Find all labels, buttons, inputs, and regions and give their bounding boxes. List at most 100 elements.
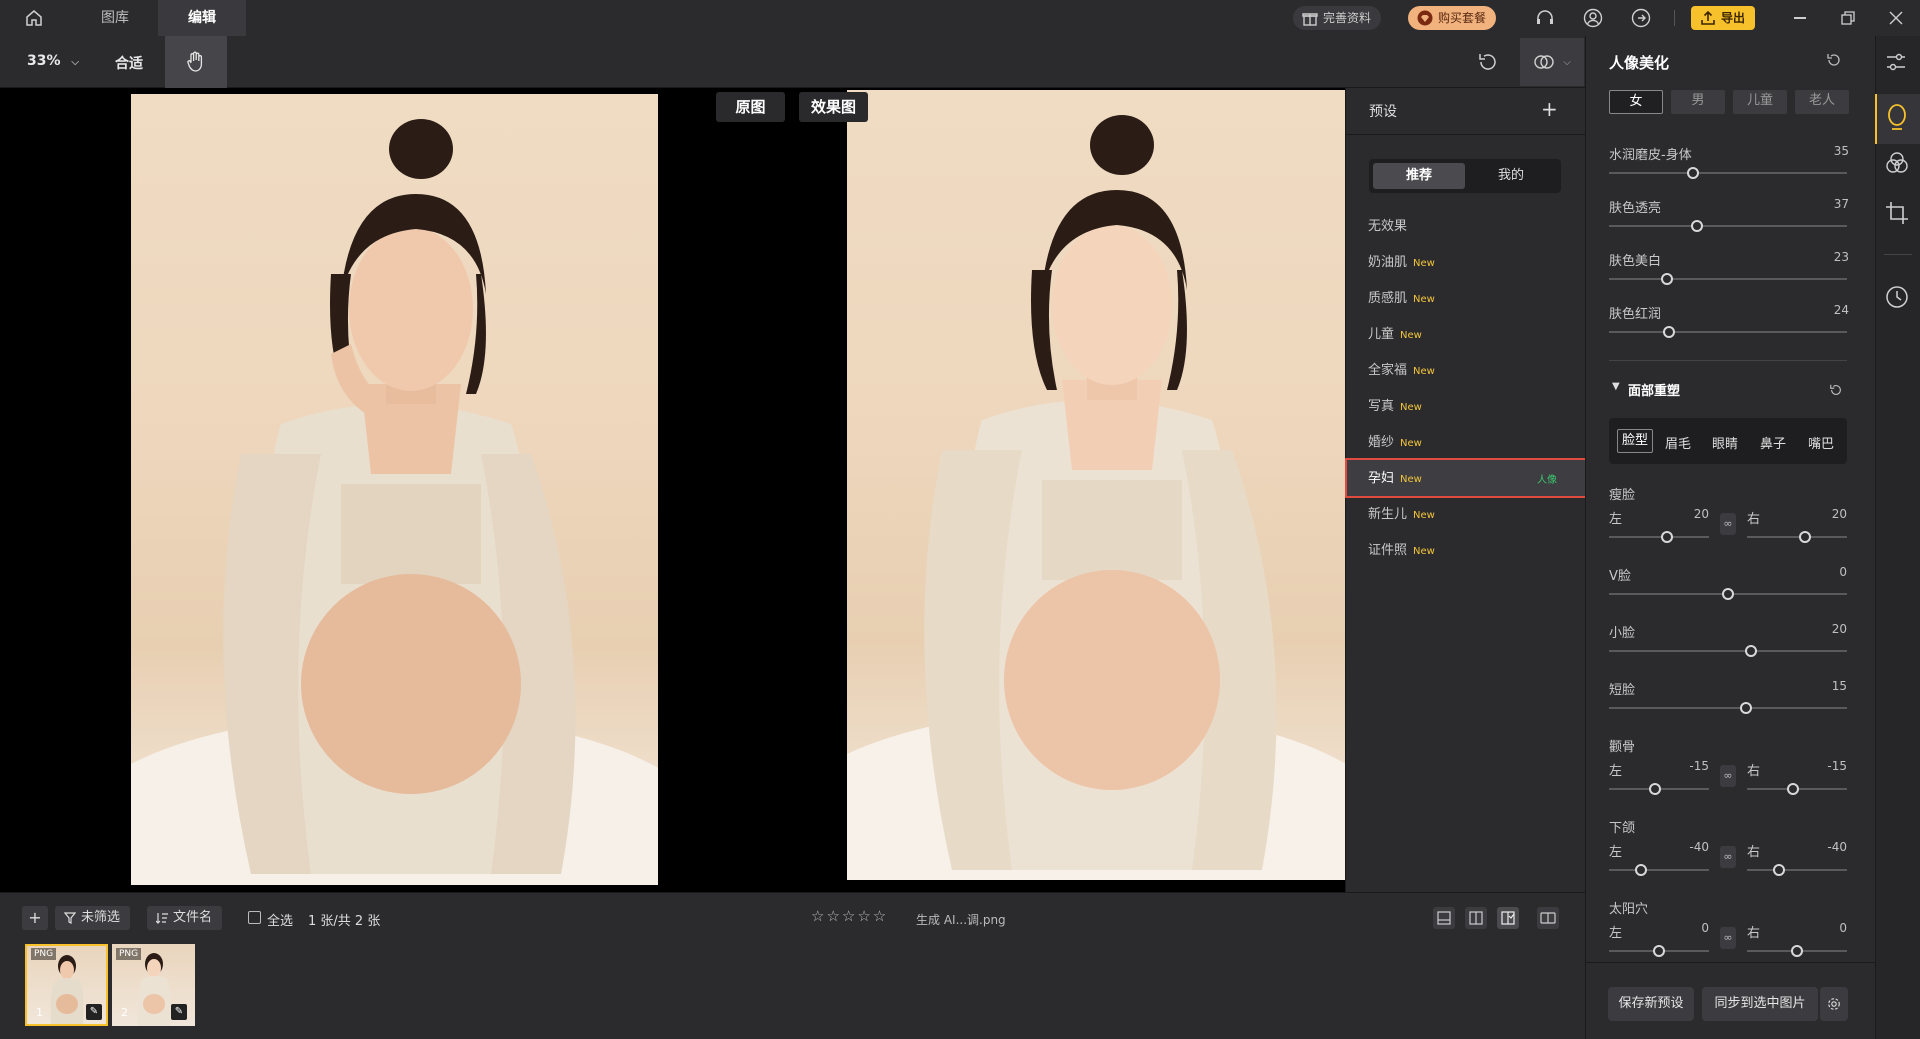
restore-icon[interactable] xyxy=(1836,6,1860,30)
face-tab-mouth[interactable]: 嘴巴 xyxy=(1808,433,1834,452)
slider-track[interactable] xyxy=(1609,167,1847,179)
link-icon[interactable]: ∞ xyxy=(1720,513,1736,535)
preset-item[interactable]: 全家福 New xyxy=(1368,361,1435,381)
view-side-by-side-button[interactable] xyxy=(1537,907,1559,929)
save-preset-button[interactable]: 保存新预设 xyxy=(1608,987,1694,1021)
slider-track[interactable] xyxy=(1609,531,1709,543)
slider-thumb[interactable] xyxy=(1661,273,1673,285)
settings-button[interactable] xyxy=(1820,987,1848,1021)
link-icon[interactable]: ∞ xyxy=(1720,765,1736,787)
original-label[interactable]: 原图 xyxy=(716,92,785,122)
slider-thumb[interactable] xyxy=(1663,326,1675,338)
edit-icon[interactable]: ✎ xyxy=(86,1004,102,1020)
preset-item[interactable]: 写真 New xyxy=(1368,397,1422,417)
link-icon[interactable]: ∞ xyxy=(1720,927,1736,949)
login-icon[interactable] xyxy=(1629,6,1653,30)
select-all-checkbox[interactable] xyxy=(248,911,261,924)
gender-tab-elder[interactable]: 老人 xyxy=(1795,90,1849,114)
color-circles-icon[interactable] xyxy=(1884,150,1910,180)
tab-mine[interactable]: 我的 xyxy=(1465,163,1557,189)
slider-track[interactable] xyxy=(1609,945,1709,957)
slider-thumb[interactable] xyxy=(1773,864,1785,876)
view-filmstrip-button[interactable] xyxy=(1433,907,1455,929)
slider-thumb[interactable] xyxy=(1745,645,1757,657)
minimize-icon[interactable] xyxy=(1788,6,1812,30)
headset-icon[interactable] xyxy=(1533,6,1557,30)
slider-track[interactable] xyxy=(1609,864,1709,876)
preset-item[interactable]: 证件照 New xyxy=(1368,541,1435,561)
select-all-label: 全选 xyxy=(267,914,294,929)
slider-track[interactable] xyxy=(1609,702,1847,714)
reset-icon[interactable] xyxy=(1826,52,1842,72)
slider-track[interactable] xyxy=(1609,588,1847,600)
buy-package-button[interactable]: 购买套餐 xyxy=(1408,6,1497,30)
preset-item[interactable]: 新生儿 New xyxy=(1368,505,1435,525)
sync-button[interactable]: 同步到选中图片 xyxy=(1702,987,1818,1021)
reset-icon[interactable] xyxy=(1476,50,1500,74)
preset-item[interactable]: 无效果 xyxy=(1368,217,1407,237)
slider-track[interactable] xyxy=(1747,864,1847,876)
history-icon[interactable] xyxy=(1884,284,1910,314)
fit-button[interactable]: 合适 xyxy=(115,53,143,73)
compare-mode-button[interactable]: ⌵ xyxy=(1520,38,1584,86)
slider-thumb[interactable] xyxy=(1691,220,1703,232)
add-image-button[interactable]: + xyxy=(22,906,48,930)
face-tab-shape[interactable]: 脸型 xyxy=(1617,429,1653,453)
tab-library[interactable]: 图库 xyxy=(72,0,158,36)
slider-thumb[interactable] xyxy=(1740,702,1752,714)
link-icon[interactable]: ∞ xyxy=(1720,846,1736,868)
crop-icon[interactable] xyxy=(1884,200,1910,230)
slider-track[interactable] xyxy=(1609,220,1847,232)
divider xyxy=(1345,134,1585,135)
view-compare-button[interactable] xyxy=(1497,907,1519,929)
slider-thumb[interactable] xyxy=(1635,864,1647,876)
gender-tab-female[interactable]: 女 xyxy=(1609,90,1663,114)
gender-tab-male[interactable]: 男 xyxy=(1671,90,1725,114)
slider-track[interactable] xyxy=(1609,273,1847,285)
slider-thumb[interactable] xyxy=(1653,945,1665,957)
tab-edit[interactable]: 编辑 xyxy=(158,0,246,36)
caret-down-icon[interactable]: ▼ xyxy=(1612,381,1620,392)
slider-track[interactable] xyxy=(1747,783,1847,795)
slider-thumb[interactable] xyxy=(1687,167,1699,179)
view-split-button[interactable] xyxy=(1465,907,1487,929)
hand-tool-button[interactable] xyxy=(165,36,227,88)
complete-info-button[interactable]: 完善资料 xyxy=(1293,6,1382,30)
preset-item[interactable]: 婚纱 New xyxy=(1368,433,1422,453)
filter-button[interactable]: 未筛选 xyxy=(55,906,131,930)
effect-label[interactable]: 效果图 xyxy=(799,92,868,122)
reset-icon[interactable] xyxy=(1829,382,1843,401)
gear-icon xyxy=(1828,998,1840,1010)
face-tab-nose[interactable]: 鼻子 xyxy=(1760,433,1786,452)
slider-thumb[interactable] xyxy=(1661,531,1673,543)
zoom-select[interactable]: 33% ⌵ xyxy=(27,53,79,69)
user-icon[interactable] xyxy=(1581,6,1605,30)
slider-track[interactable] xyxy=(1747,945,1847,957)
slider-thumb[interactable] xyxy=(1722,588,1734,600)
sort-button[interactable]: 文件名 xyxy=(147,906,223,930)
face-tab-eye[interactable]: 眼睛 xyxy=(1712,433,1738,452)
slider-track[interactable] xyxy=(1747,531,1847,543)
close-icon[interactable] xyxy=(1884,6,1908,30)
slider-track[interactable] xyxy=(1609,645,1847,657)
add-preset-icon[interactable]: + xyxy=(1541,97,1558,121)
sliders-icon[interactable] xyxy=(1884,50,1908,78)
slider-thumb[interactable] xyxy=(1649,783,1661,795)
preset-item[interactable]: 质感肌 New xyxy=(1368,289,1435,309)
face-tab-brow[interactable]: 眉毛 xyxy=(1665,433,1691,452)
gender-tab-child[interactable]: 儿童 xyxy=(1733,90,1787,114)
export-button[interactable]: 导出 xyxy=(1691,6,1756,30)
tab-recommend[interactable]: 推荐 xyxy=(1373,163,1465,189)
face-icon[interactable] xyxy=(1884,102,1910,136)
slider-track[interactable] xyxy=(1609,783,1709,795)
edit-icon[interactable]: ✎ xyxy=(171,1004,187,1020)
preset-item[interactable]: 奶油肌 New xyxy=(1368,253,1435,273)
left-value: 20 xyxy=(1693,507,1709,521)
slider-track[interactable] xyxy=(1609,326,1847,338)
preset-item[interactable]: 儿童 New xyxy=(1368,325,1422,345)
slider-thumb[interactable] xyxy=(1799,531,1811,543)
slider-thumb[interactable] xyxy=(1791,945,1803,957)
slider-thumb[interactable] xyxy=(1787,783,1799,795)
rating-stars[interactable]: ☆☆☆☆☆ xyxy=(811,907,888,925)
home-icon[interactable] xyxy=(22,6,46,30)
